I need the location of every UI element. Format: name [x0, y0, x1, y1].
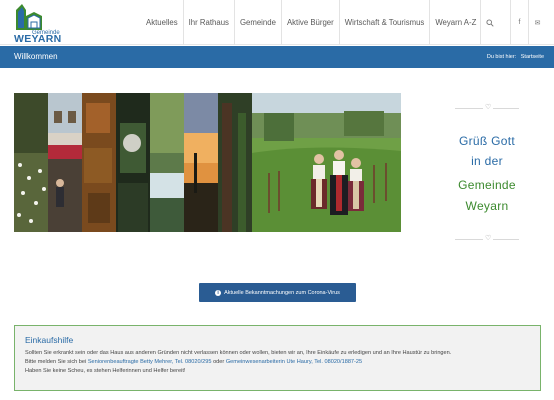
social-links: f ✉ [510, 0, 546, 45]
site-header: Gemeinde WEYARN Aktuelles Ihr Rathaus Ge… [0, 0, 554, 45]
facebook-icon[interactable]: f [510, 0, 528, 45]
logo-weyarn-text: WEYARN [14, 33, 62, 45]
hero-image-collage [14, 93, 401, 232]
greeting-line-2: in der [471, 154, 503, 168]
contact-link-betty-mehrer[interactable]: Seniorenbeauftragte Betty Mehrer, Tel. 0… [88, 359, 212, 365]
title-bar: Willkommen Du bist hier: Startseite [0, 46, 554, 68]
einkaufshilfe-title: Einkaufshilfe [25, 335, 74, 345]
mail-icon[interactable]: ✉ [528, 0, 546, 45]
nav-item-ihr-rathaus[interactable]: Ihr Rathaus [182, 0, 234, 45]
corona-button-label: Aktuelle Bekanntmachungen zum Corona-Vir… [224, 289, 340, 296]
einkaufshilfe-box: Einkaufshilfe Sollten Sie erkrankt sein … [14, 325, 541, 391]
nav-item-wirtschaft-tourismus[interactable]: Wirtschaft & Tourismus [338, 0, 430, 45]
nav-item-aktive-buerger[interactable]: Aktive Bürger [280, 0, 339, 45]
greeting-line-3: Gemeinde [458, 178, 516, 192]
line2-mid: oder [213, 359, 225, 365]
heart-icon: ♡ [483, 104, 494, 112]
page-title: Willkommen [14, 52, 58, 61]
main-navigation: Aktuelles Ihr Rathaus Gemeinde Aktive Bü… [141, 0, 481, 45]
greeting-line-4: Weyarn [465, 199, 509, 213]
nav-item-aktuelles[interactable]: Aktuelles [141, 0, 183, 45]
hero-image [14, 93, 401, 232]
greeting-panel: ♡ Grüß Gott in der Gemeinde Weyarn ♡ [455, 103, 519, 243]
einkaufshilfe-line-2: Bitte melden Sie sich bei Seniorenbeauft… [25, 359, 362, 366]
einkaufshilfe-line-1: Sollten Sie erkrankt sein oder das Haus … [25, 350, 452, 356]
breadcrumb: Du bist hier: Startseite [484, 54, 544, 60]
info-icon: i [215, 289, 222, 296]
greeting-line-1: Grüß Gott [458, 134, 516, 148]
heart-icon: ♡ [483, 235, 494, 243]
nav-item-gemeinde[interactable]: Gemeinde [233, 0, 281, 45]
search-button[interactable] [480, 0, 498, 45]
contact-link-ute-haury[interactable]: Gemeinwesenarbeiterin Ute Haury, Tel. 08… [226, 359, 362, 365]
line2-prefix: Bitte melden Sie sich bei [25, 359, 87, 365]
search-icon [485, 18, 494, 27]
breadcrumb-prefix: Du bist hier: [486, 54, 517, 60]
breadcrumb-current[interactable]: Startseite [521, 54, 544, 60]
corona-announcements-button[interactable]: i Aktuelle Bekanntmachungen zum Corona-V… [199, 283, 356, 302]
einkaufshilfe-line-3: Haben Sie keine Scheu, es stehen Helferi… [25, 368, 186, 374]
nav-item-weyarn-a-z[interactable]: Weyarn A-Z [429, 0, 481, 45]
